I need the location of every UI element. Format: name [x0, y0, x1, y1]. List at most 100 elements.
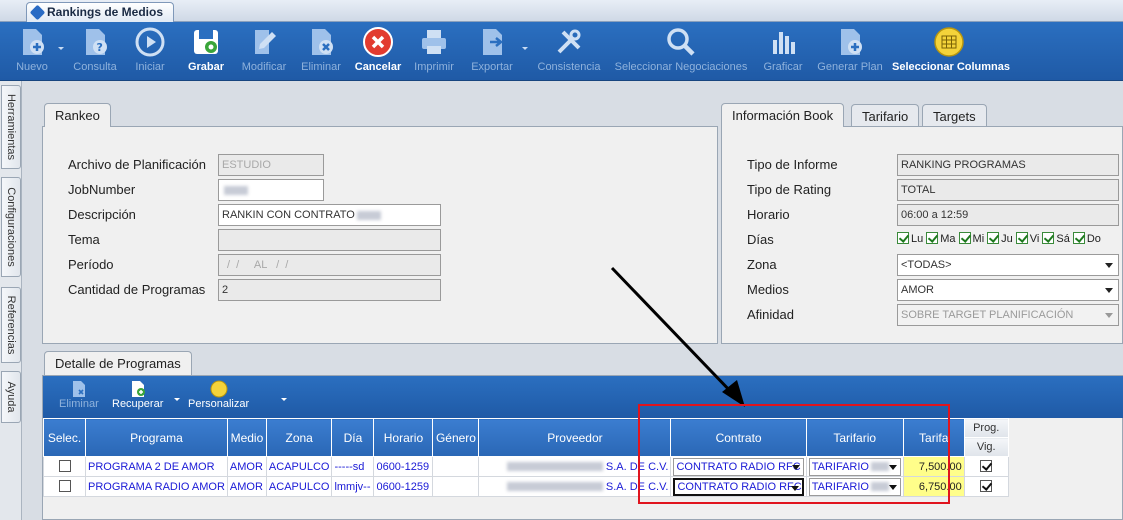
dia-mi[interactable]: Mi [958, 232, 984, 245]
prog-vig-cell[interactable] [963, 476, 1009, 497]
proveedor-cell[interactable]: S.A. DE C.V. [478, 456, 672, 477]
tipo-informe-field[interactable]: RANKING PROGRAMAS [897, 154, 1119, 176]
seleccionar-columnas-button[interactable]: Seleccionar Columnas [892, 24, 1010, 80]
window-tab-rankings[interactable]: Rankings de Medios [26, 2, 175, 23]
tab-detalle-programas[interactable]: Detalle de Programas [44, 351, 192, 375]
prog-vig-checkbox[interactable] [980, 480, 993, 492]
tab-rankeo[interactable]: Rankeo [44, 103, 111, 127]
contrato-select[interactable]: CONTRATO RADIO RFC [673, 477, 804, 496]
medio-cell[interactable]: AMOR [226, 456, 267, 477]
consistencia-button[interactable]: Consistencia [534, 24, 604, 80]
exportar-button[interactable]: Exportar [466, 24, 518, 80]
side-tab-configuraciones[interactable]: Configuraciones [1, 177, 21, 277]
col-proveedor[interactable]: Proveedor [478, 418, 672, 457]
contrato-cell[interactable]: CONTRATO RADIO RFC [670, 456, 807, 477]
tarifario-select[interactable]: TARIFARIO [808, 477, 901, 496]
programa-cell[interactable]: PROGRAMA 2 DE AMOR [85, 456, 228, 477]
col-tarifa[interactable]: Tarifa [902, 418, 965, 457]
zona-select[interactable]: <TODAS> [897, 254, 1119, 276]
col-vig[interactable]: Vig. [963, 437, 1009, 457]
col-horario[interactable]: Horario [373, 418, 434, 457]
col-genero[interactable]: Género [432, 418, 480, 457]
col-dia[interactable]: Día [331, 418, 375, 457]
programa-cell[interactable]: PROGRAMA RADIO AMOR [85, 476, 228, 497]
archivo-field[interactable]: ESTUDIO [218, 154, 324, 176]
tarifario-cell[interactable]: TARIFARIO [805, 456, 904, 477]
horario-cell[interactable]: 0600-1259 [373, 456, 434, 477]
seleccionar-negociaciones-button[interactable]: Seleccionar Negociaciones [611, 24, 751, 80]
tipo-rating-field[interactable]: TOTAL [897, 179, 1119, 201]
checkbox-checked-icon[interactable] [926, 232, 939, 244]
tarifario-select[interactable]: TARIFARIO [808, 457, 901, 476]
zona-cell[interactable]: ACAPULCO [265, 476, 333, 497]
descripcion-field[interactable]: RANKIN CON CONTRATO [218, 204, 441, 226]
col-tarifario[interactable]: Tarifario [805, 418, 904, 457]
checkbox-checked-icon[interactable] [958, 232, 971, 244]
exportar-dropdown-arrow[interactable] [522, 47, 528, 50]
recuperar-dropdown-arrow[interactable] [174, 398, 180, 401]
eliminar-button[interactable]: Eliminar [298, 24, 344, 80]
detalle-personalizar-button[interactable]: Personalizar [188, 380, 249, 410]
dia-ma[interactable]: Ma [926, 232, 956, 245]
dia-sa[interactable]: Sá [1042, 232, 1070, 245]
medio-cell[interactable]: AMOR [226, 476, 267, 497]
nuevo-button[interactable]: Nuevo [10, 24, 54, 80]
consulta-button[interactable]: ? Consulta [69, 24, 121, 80]
generar-plan-button[interactable]: Generar Plan [814, 24, 886, 80]
dia-do[interactable]: Do [1072, 232, 1101, 245]
iniciar-button[interactable]: Iniciar [128, 24, 172, 80]
table-row[interactable]: PROGRAMA 2 DE AMOR AMOR ACAPULCO -----sd… [43, 456, 1009, 477]
dia-lu[interactable]: Lu [897, 232, 923, 245]
horario-cell[interactable]: 0600-1259 [373, 476, 434, 497]
proveedor-cell[interactable]: S.A. DE C.V. [478, 476, 672, 497]
table-row[interactable]: PROGRAMA RADIO AMOR AMOR ACAPULCO lmmjv-… [43, 476, 1009, 497]
col-contrato[interactable]: Contrato [670, 418, 807, 457]
detalle-eliminar-button[interactable]: Eliminar [59, 380, 99, 410]
row-select-cell[interactable] [43, 476, 86, 497]
col-selec[interactable]: Selec. [43, 418, 86, 457]
cantidad-field[interactable]: 2 [218, 279, 441, 301]
genero-cell[interactable] [432, 456, 480, 477]
grabar-button[interactable]: Grabar [184, 24, 228, 80]
dia-cell[interactable]: -----sd [331, 456, 375, 477]
contrato-select[interactable]: CONTRATO RADIO RFC [673, 457, 804, 476]
dia-ju[interactable]: Ju [987, 232, 1013, 245]
horario-field[interactable]: 06:00 a 12:59 [897, 204, 1119, 226]
nuevo-dropdown-arrow[interactable] [58, 47, 64, 50]
col-medio[interactable]: Medio [226, 418, 267, 457]
dia-vi[interactable]: Vi [1015, 232, 1039, 245]
afinidad-select[interactable]: SOBRE TARGET PLANIFICACIÓN [897, 304, 1119, 326]
checkbox-checked-icon[interactable] [987, 232, 1000, 244]
col-prog[interactable]: Prog. [963, 418, 1009, 438]
imprimir-button[interactable]: Imprimir [410, 24, 458, 80]
col-programa[interactable]: Programa [85, 418, 228, 457]
side-tab-herramientas[interactable]: Herramientas [1, 85, 21, 169]
tab-tarifario[interactable]: Tarifario [851, 104, 920, 128]
detalle-recuperar-button[interactable]: Recuperar [112, 380, 163, 410]
side-tab-ayuda[interactable]: Ayuda [1, 371, 21, 423]
prog-vig-checkbox[interactable] [980, 460, 993, 472]
genero-cell[interactable] [432, 476, 480, 497]
zona-cell[interactable]: ACAPULCO [265, 456, 333, 477]
cancelar-button[interactable]: Cancelar [354, 24, 402, 80]
tab-informacion-book[interactable]: Información Book [721, 103, 845, 127]
row-select-cell[interactable] [43, 456, 86, 477]
dia-cell[interactable]: lmmjv-- [331, 476, 375, 497]
tab-targets[interactable]: Targets [922, 104, 987, 128]
checkbox-checked-icon[interactable] [1042, 232, 1055, 244]
checkbox-checked-icon[interactable] [1015, 232, 1028, 244]
checkbox-checked-icon[interactable] [897, 232, 909, 244]
medios-select[interactable]: AMOR [897, 279, 1119, 301]
checkbox-checked-icon[interactable] [1072, 232, 1085, 244]
col-zona[interactable]: Zona [265, 418, 333, 457]
graficar-button[interactable]: Graficar [758, 24, 808, 80]
tarifa-cell[interactable]: 6,750.00 [902, 476, 965, 497]
row-select-checkbox[interactable] [58, 460, 71, 472]
tema-field[interactable] [218, 229, 441, 251]
jobnumber-field[interactable] [218, 179, 324, 201]
tarifa-cell[interactable]: 7,500.00 [902, 456, 965, 477]
row-select-checkbox[interactable] [58, 480, 71, 492]
personalizar-dropdown-arrow[interactable] [281, 398, 287, 401]
contrato-cell[interactable]: CONTRATO RADIO RFC [670, 476, 807, 497]
side-tab-referencias[interactable]: Referencias [1, 287, 21, 363]
